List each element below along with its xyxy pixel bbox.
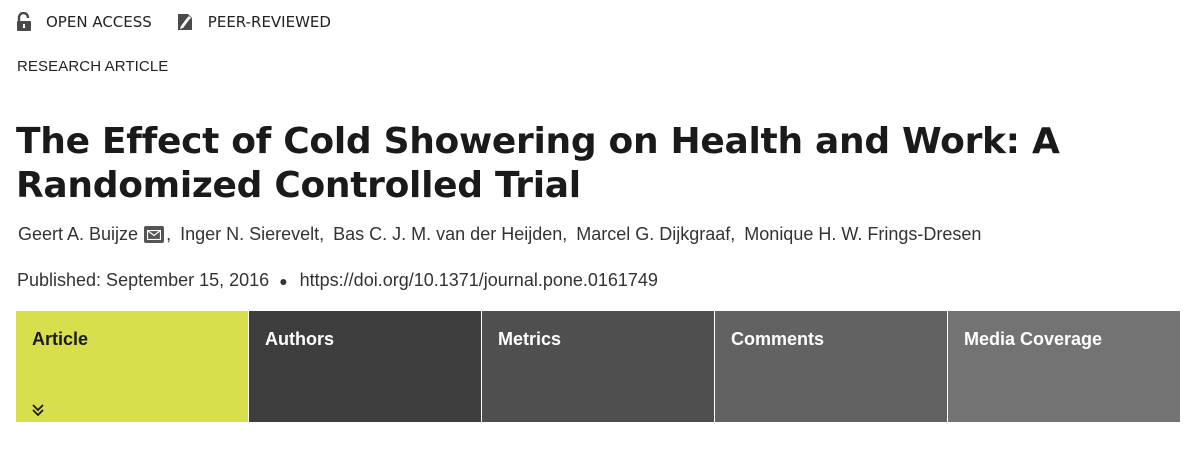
peer-reviewed-icon xyxy=(177,14,192,30)
tab-label: Metrics xyxy=(498,329,562,349)
doi-link[interactable]: https://doi.org/10.1371/journal.pone.016… xyxy=(300,270,658,291)
article-type: RESEARCH ARTICLE xyxy=(17,58,169,75)
tab-label: Authors xyxy=(265,329,334,349)
article-tabs: Article Authors Metrics Comments Media C… xyxy=(16,311,1180,422)
publication-info: Published: September 15, 2016 ● https://… xyxy=(17,270,658,291)
tab-article[interactable]: Article xyxy=(16,311,248,422)
article-badges: OPEN ACCESS PEER-REVIEWED xyxy=(16,12,355,32)
author-link[interactable]: Bas C. J. M. van der Heijden, xyxy=(333,224,567,245)
article-title: The Effect of Cold Showering on Health a… xyxy=(16,121,1060,206)
author-link[interactable]: Geert A. Buijze xyxy=(18,224,138,245)
peer-reviewed-label: PEER-REVIEWED xyxy=(207,13,331,31)
separator-dot: ● xyxy=(279,272,288,289)
author-link[interactable]: Monique H. W. Frings-Dresen xyxy=(744,224,981,245)
tab-label: Article xyxy=(32,329,89,349)
author-link[interactable]: Inger N. Sierevelt, xyxy=(180,224,324,245)
unlock-icon xyxy=(17,12,31,31)
author-list: Geert A. Buijze , Inger N. Sierevelt, Ba… xyxy=(18,224,982,245)
open-access-label: OPEN ACCESS xyxy=(46,13,152,31)
tab-media-coverage[interactable]: Media Coverage xyxy=(948,311,1180,422)
tab-comments[interactable]: Comments xyxy=(715,311,947,422)
published-date: Published: September 15, 2016 xyxy=(17,270,270,290)
tab-label: Comments xyxy=(731,329,825,349)
open-access-badge: OPEN ACCESS xyxy=(16,12,152,32)
peer-reviewed-badge: PEER-REVIEWED xyxy=(176,12,331,32)
double-chevron-down-icon xyxy=(32,404,44,417)
tab-authors[interactable]: Authors xyxy=(249,311,481,422)
email-icon[interactable] xyxy=(144,226,165,243)
tab-metrics[interactable]: Metrics xyxy=(482,311,714,422)
tab-label: Media Coverage xyxy=(964,329,1103,349)
author-link[interactable]: Marcel G. Dijkgraaf, xyxy=(576,224,735,245)
